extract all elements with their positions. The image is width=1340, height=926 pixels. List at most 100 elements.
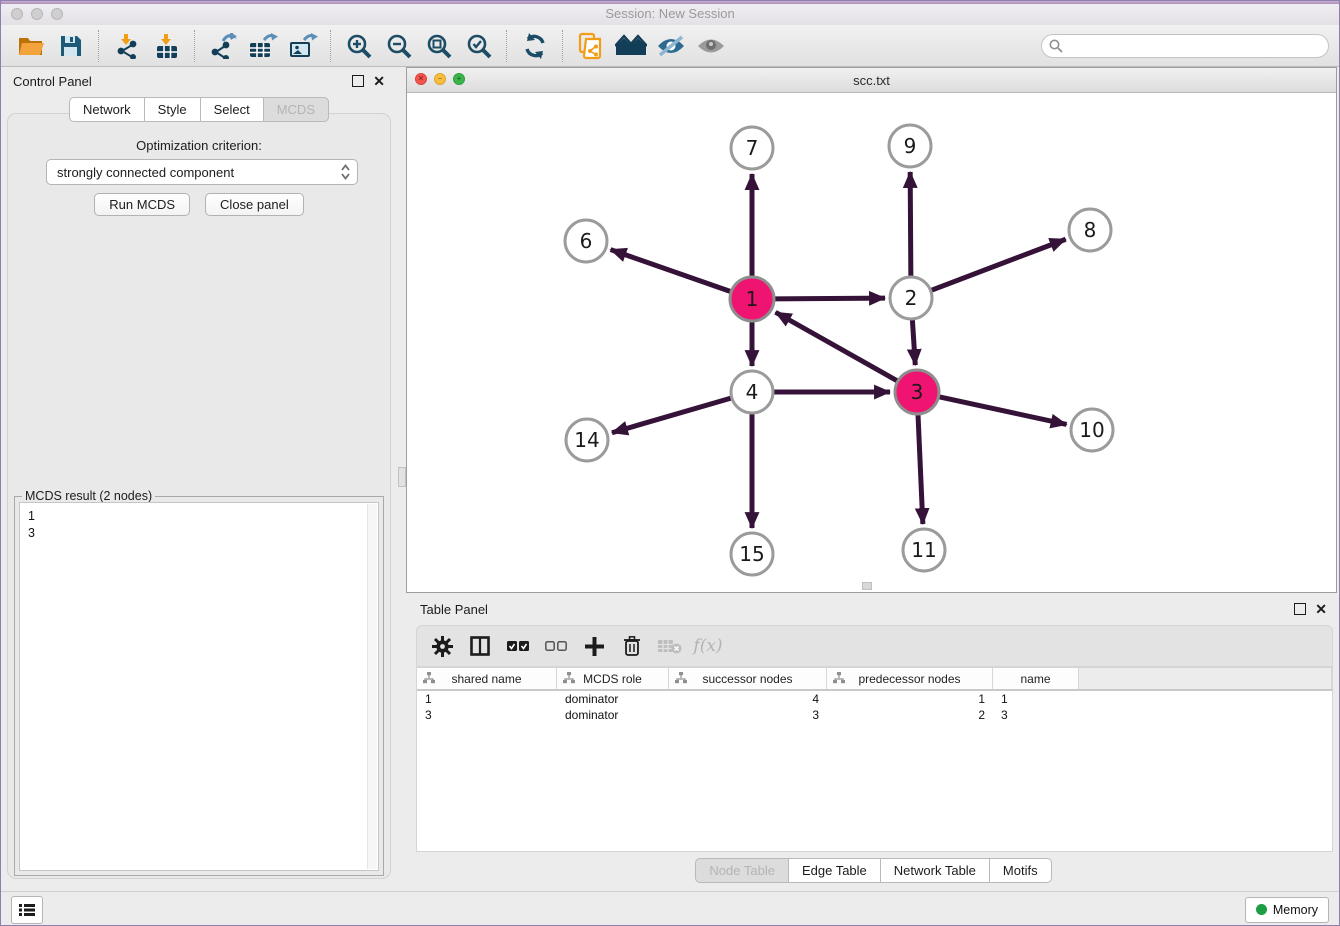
run-mcds-button[interactable]: Run MCDS: [94, 193, 190, 216]
close-panel-icon[interactable]: ✕: [373, 74, 385, 88]
table-tabs: Node TableEdge TableNetwork TableMotifs: [406, 858, 1340, 883]
edge-1-2[interactable]: [774, 298, 885, 299]
table-row[interactable]: 3dominator323: [417, 707, 1332, 723]
maximize-network-icon[interactable]: +: [453, 73, 465, 85]
float-table-panel-icon[interactable]: [1294, 603, 1306, 615]
save-session-icon[interactable]: [51, 28, 91, 64]
zoom-in-icon[interactable]: [339, 28, 379, 64]
mcds-result-list[interactable]: 13: [19, 502, 379, 871]
table-row[interactable]: 1dominator411: [417, 691, 1332, 707]
task-list-icon[interactable]: [11, 896, 43, 924]
cell-mcds-role[interactable]: dominator: [557, 707, 669, 723]
zoom-out-icon[interactable]: [379, 28, 419, 64]
edge-2-3[interactable]: [912, 319, 915, 365]
header-filler: [1079, 668, 1332, 689]
show-elements-icon[interactable]: [691, 28, 731, 64]
tab-style[interactable]: Style: [145, 97, 201, 122]
tab-edge-table[interactable]: Edge Table: [789, 858, 881, 883]
node-3[interactable]: 3: [895, 370, 939, 414]
deselect-all-icon[interactable]: [541, 631, 571, 661]
result-scrollbar[interactable]: [367, 504, 377, 869]
toolbar-separator: [562, 30, 564, 62]
columns-icon[interactable]: [465, 631, 495, 661]
node-7[interactable]: 7: [731, 127, 773, 169]
graph-canvas[interactable]: 7 9 6 8 1 2 4 3 14 10 15 11: [407, 92, 1336, 592]
edge-4-14[interactable]: [612, 398, 732, 433]
memory-label: Memory: [1273, 903, 1318, 917]
toolbar-separator: [330, 30, 332, 62]
column-header-shared-name[interactable]: shared name: [417, 668, 557, 689]
optimization-dropdown[interactable]: strongly connected component: [46, 159, 358, 185]
close-panel-button[interactable]: Close panel: [205, 193, 304, 216]
node-11[interactable]: 11: [903, 529, 945, 571]
settings-gear-icon[interactable]: [427, 631, 457, 661]
cell-mcds-role[interactable]: dominator: [557, 691, 669, 707]
import-network-icon[interactable]: [107, 28, 147, 64]
import-table-icon[interactable]: [147, 28, 187, 64]
edge-3-10[interactable]: [938, 397, 1066, 425]
column-header-name[interactable]: name: [993, 668, 1079, 689]
refresh-icon[interactable]: [515, 28, 555, 64]
tab-mcds[interactable]: MCDS: [264, 97, 329, 122]
export-network-icon[interactable]: [203, 28, 243, 64]
add-column-icon[interactable]: [579, 631, 609, 661]
hierarchy-icon: [675, 672, 687, 687]
node-8[interactable]: 8: [1069, 209, 1111, 251]
node-label: 14: [574, 428, 599, 452]
edge-3-1[interactable]: [776, 312, 898, 381]
column-header-predecessor-nodes[interactable]: predecessor nodes: [827, 668, 993, 689]
cell-name[interactable]: 3: [993, 707, 1079, 723]
tab-node-table[interactable]: Node Table: [695, 858, 789, 883]
edge-2-9[interactable]: [910, 172, 911, 277]
tab-select[interactable]: Select: [201, 97, 264, 122]
edge-3-11[interactable]: [918, 414, 923, 524]
close-table-panel-icon[interactable]: ✕: [1315, 602, 1327, 616]
network-window-titlebar[interactable]: ✕ − + scc.txt: [407, 68, 1336, 93]
export-table-icon[interactable]: [243, 28, 283, 64]
window-resize-handle[interactable]: [862, 582, 872, 590]
node-label: 7: [746, 136, 759, 160]
edge-2-8[interactable]: [931, 239, 1066, 290]
column-header-mcds-role[interactable]: MCDS role: [557, 668, 669, 689]
home-icon[interactable]: [611, 28, 651, 64]
minimize-network-icon[interactable]: −: [434, 73, 446, 85]
cell-name[interactable]: 1: [993, 691, 1079, 707]
cell-successor-nodes[interactable]: 3: [669, 707, 827, 723]
node-4[interactable]: 4: [731, 371, 773, 413]
cell-predecessor-nodes[interactable]: 1: [827, 691, 993, 707]
search-icon: [1049, 39, 1063, 58]
delete-icon[interactable]: [617, 631, 647, 661]
open-session-icon[interactable]: [11, 28, 51, 64]
cell-successor-nodes[interactable]: 4: [669, 691, 827, 707]
zoom-selected-icon[interactable]: [459, 28, 499, 64]
edge-1-6[interactable]: [611, 250, 732, 292]
node-10[interactable]: 10: [1071, 409, 1113, 451]
float-panel-icon[interactable]: [352, 75, 364, 87]
node-2[interactable]: 2: [890, 277, 932, 319]
tab-motifs[interactable]: Motifs: [990, 858, 1052, 883]
search-input[interactable]: [1041, 34, 1329, 58]
new-network-icon[interactable]: [571, 28, 611, 64]
node-1[interactable]: 1: [730, 277, 774, 321]
node-15[interactable]: 15: [731, 533, 773, 575]
select-all-icon[interactable]: [503, 631, 533, 661]
tab-network-table[interactable]: Network Table: [881, 858, 990, 883]
node-6[interactable]: 6: [565, 220, 607, 262]
node-9[interactable]: 9: [889, 125, 931, 167]
export-image-icon[interactable]: [283, 28, 323, 64]
node-label: 4: [746, 380, 759, 404]
hide-elements-icon[interactable]: [651, 28, 691, 64]
close-network-icon[interactable]: ✕: [415, 73, 427, 85]
memory-button[interactable]: Memory: [1245, 897, 1329, 923]
cell-predecessor-nodes[interactable]: 2: [827, 707, 993, 723]
node-14[interactable]: 14: [566, 419, 608, 461]
cell-shared-name[interactable]: 1: [417, 691, 557, 707]
network-view-window: ✕ − + scc.txt 7 9 6 8 1 2 4 3 14 10 15 11: [406, 67, 1337, 593]
vertical-splitter[interactable]: [397, 67, 406, 891]
zoom-fit-icon[interactable]: [419, 28, 459, 64]
splitter-handle[interactable]: [398, 467, 406, 487]
app-titlebar: Session: New Session: [1, 1, 1339, 26]
cell-shared-name[interactable]: 3: [417, 707, 557, 723]
column-header-successor-nodes[interactable]: successor nodes: [669, 668, 827, 689]
tab-network[interactable]: Network: [69, 97, 145, 122]
